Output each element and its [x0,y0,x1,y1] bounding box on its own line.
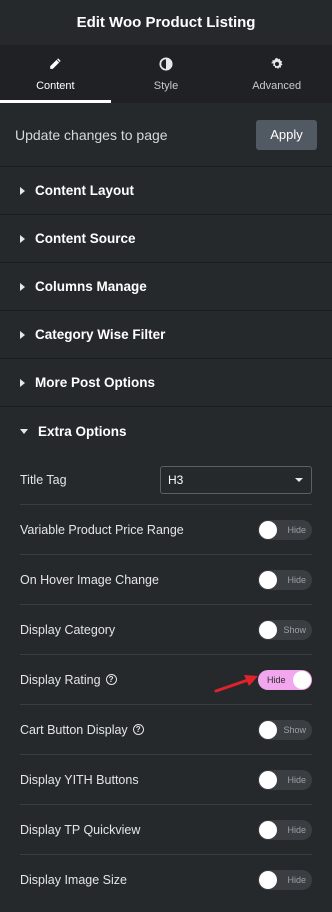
section-columns-manage[interactable]: Columns Manage [0,263,332,311]
yith-buttons-toggle[interactable]: Hide [258,769,312,790]
section-label: Content Source [35,231,136,246]
display-category-control: Display Category Show [20,605,312,655]
section-label: More Post Options [35,375,156,390]
tab-content[interactable]: Content [0,46,111,103]
control-label: Cart Button Display ? [20,723,144,737]
contrast-icon [159,57,173,71]
tab-style[interactable]: Style [111,46,222,103]
display-category-toggle[interactable]: Show [258,619,312,640]
image-size-toggle[interactable]: Hide [258,870,312,890]
section-content-layout[interactable]: Content Layout [0,167,332,215]
section-label: Extra Options [38,423,127,439]
section-label: Columns Manage [35,279,147,294]
display-rating-control: Display Rating ? Hide [20,655,312,705]
toggle-knob [259,520,277,539]
toggle-knob [259,770,277,789]
section-category-wise-filter[interactable]: Category Wise Filter [0,311,332,359]
control-label: Display Rating ? [20,673,117,687]
title-tag-select[interactable]: H3 [160,465,312,494]
chevron-down-icon [295,477,303,482]
gear-icon [270,57,283,70]
variable-price-range-toggle[interactable]: Hide [258,519,312,540]
control-label: Display YITH Buttons [20,772,139,787]
toggle-state: Hide [287,824,306,835]
update-changes-row: Update changes to page Apply [0,103,332,167]
panel-title: Edit Woo Product Listing [76,14,256,31]
caret-right-icon [20,378,25,387]
cart-button-display-toggle[interactable]: Show [258,719,312,740]
hover-image-change-toggle[interactable]: Hide [258,569,312,590]
toggle-knob [259,720,277,739]
control-label: Display Image Size [20,873,127,887]
toggle-knob [259,871,277,889]
tp-quickview-control: Display TP Quickview Hide [20,805,312,855]
display-rating-label: Display Rating [20,672,101,687]
title-tag-label: Title Tag [20,472,67,487]
caret-right-icon [20,186,25,195]
toggle-knob [259,570,277,589]
toggle-state: Show [283,724,306,735]
apply-button[interactable]: Apply [256,119,317,150]
caret-right-icon [20,330,25,339]
image-size-control: Display Image Size Hide [20,855,312,905]
title-tag-value: H3 [168,472,184,487]
pencil-icon [50,58,62,69]
extra-options-controls: Title Tag H3 Variable Product Price Rang… [0,455,332,905]
toggle-state: Hide [287,774,306,785]
toggle-knob [259,820,277,839]
control-label: Display TP Quickview [20,822,141,837]
hover-image-change-control: On Hover Image Change Hide [20,555,312,605]
control-label: On Hover Image Change [20,572,159,587]
caret-right-icon [20,282,25,291]
toggle-state: Hide [287,875,306,885]
help-icon[interactable]: ? [105,674,117,685]
update-changes-text: Update changes to page [15,126,168,143]
title-tag-control: Title Tag H3 [20,455,312,505]
toggle-state: Hide [287,524,306,535]
variable-price-range-control: Variable Product Price Range Hide [20,505,312,555]
section-more-post-options[interactable]: More Post Options [0,359,332,407]
caret-right-icon [20,234,25,243]
tab-advanced-label: Advanced [252,80,302,92]
section-content-source[interactable]: Content Source [0,215,332,263]
toggle-knob [259,620,277,639]
caret-down-icon [20,428,28,434]
section-label: Content Layout [35,183,134,198]
annotation-arrow-icon [214,675,258,693]
display-rating-toggle[interactable]: Hide [258,669,312,690]
toggle-state: Show [283,624,306,635]
cart-button-display-label: Cart Button Display [20,722,128,737]
tab-advanced[interactable]: Advanced [221,46,332,103]
tab-bar: Content Style Advanced [0,46,332,103]
toggle-state: Hide [267,674,286,685]
toggle-state: Hide [287,574,306,585]
help-icon[interactable]: ? [132,724,144,735]
panel-header: Edit Woo Product Listing [0,0,332,46]
control-label: Display Category [20,622,116,637]
yith-buttons-control: Display YITH Buttons Hide [20,755,312,805]
tp-quickview-toggle[interactable]: Hide [258,819,312,840]
section-extra-options[interactable]: Extra Options [0,407,332,455]
section-label: Category Wise Filter [35,327,166,342]
tab-content-label: Content [36,80,75,92]
toggle-knob [293,670,311,689]
tab-style-label: Style [153,80,179,92]
control-label: Variable Product Price Range [20,522,184,537]
cart-button-display-control: Cart Button Display ? Show [20,705,312,755]
